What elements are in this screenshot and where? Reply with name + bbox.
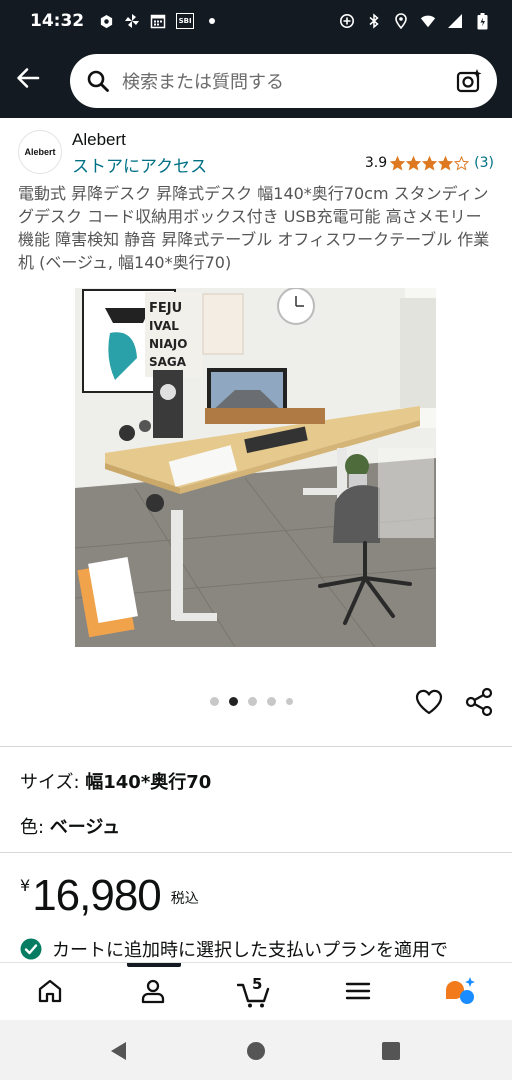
nav-cart[interactable]: 5 [236, 975, 273, 1011]
pager-dot[interactable] [286, 698, 293, 705]
product-image[interactable]: FEJU IVAL NIAJO SAGA [75, 288, 436, 647]
payment-plan-text: カートに追加時に選択した支払いプランを適用で [52, 940, 448, 961]
color-label: 色: [20, 817, 50, 838]
system-back-button[interactable] [108, 1040, 130, 1062]
square-recents-icon [382, 1042, 400, 1060]
brand-logo-text: Alebert [24, 147, 56, 157]
svg-text:IVAL: IVAL [149, 319, 179, 333]
size-label: サイズ: [20, 772, 86, 793]
price-currency: ¥ [20, 876, 31, 895]
back-button[interactable] [0, 52, 56, 108]
pager-dot[interactable] [210, 697, 219, 706]
star-partial-icon [438, 156, 453, 170]
price: ¥ 16,980 税込 [20, 868, 199, 924]
ai-assistant-icon [443, 976, 477, 1010]
product-title: 電動式 昇降デスク 昇降式デスク 幅140*奥行70cm スタンディングデスク … [18, 184, 490, 272]
payment-plan-note[interactable]: カートに追加時に選択した支払いプランを適用で [20, 936, 500, 962]
status-system-icons [339, 12, 490, 29]
brand-row: Alebert Alebert ストアにアクセス 3.9 (3) [0, 118, 512, 180]
rating-stars [390, 156, 470, 171]
status-notification-icons: SBI [98, 13, 220, 29]
color-variation[interactable]: 色: ベージュ [20, 813, 120, 839]
nav-menu[interactable] [340, 975, 376, 1011]
color-value: ベージュ [49, 817, 121, 838]
heart-icon [414, 689, 444, 721]
size-value: 幅140*奥行70 [85, 772, 212, 793]
star-full-icon [406, 156, 421, 170]
triangle-back-icon [111, 1042, 126, 1060]
system-home-button[interactable] [245, 1040, 267, 1062]
star-full-icon [390, 156, 405, 170]
svg-text:NIAJO: NIAJO [149, 337, 187, 351]
menu-icon [345, 979, 371, 1007]
app-notification-icon [98, 13, 114, 29]
check-circle-icon [20, 938, 42, 960]
brand-logo[interactable]: Alebert [18, 130, 62, 174]
price-amount: 16,980 [32, 871, 162, 920]
rating-value: 3.9 [364, 155, 388, 171]
pager-dot[interactable] [248, 697, 257, 706]
search-header: 検索または質問する [0, 42, 512, 118]
wifi-icon [420, 13, 436, 29]
signal-icon [447, 13, 463, 29]
active-tab-indicator [127, 963, 181, 967]
bottom-nav: 5 [0, 962, 512, 1020]
system-nav-bar [0, 1020, 512, 1080]
pager-dot[interactable] [267, 697, 276, 706]
sbi-icon: SBI [176, 13, 195, 29]
wishlist-button[interactable] [414, 687, 444, 717]
nav-ai-assistant[interactable] [442, 975, 478, 1011]
tax-note: 税込 [170, 891, 199, 907]
camera-search-icon[interactable] [455, 67, 483, 95]
calendar-icon [150, 13, 166, 29]
bluetooth-icon [366, 13, 382, 29]
system-recents-button[interactable] [380, 1040, 402, 1062]
back-arrow-icon [15, 65, 41, 95]
search-placeholder: 検索または質問する [122, 72, 284, 93]
pager-dot-active[interactable] [229, 697, 238, 706]
cart-icon: 5 [236, 975, 273, 1009]
star-empty-icon [454, 156, 469, 170]
cart-count-badge: 5 [252, 975, 263, 993]
nav-account[interactable] [135, 975, 171, 1011]
data-saver-icon [339, 13, 355, 29]
star-full-icon [422, 156, 437, 170]
pinwheel-icon [124, 13, 140, 29]
visit-store-link[interactable]: ストアにアクセス [72, 152, 207, 177]
share-icon [464, 687, 494, 721]
share-button[interactable] [464, 687, 494, 717]
rating-count[interactable]: (3) [474, 155, 494, 171]
image-pager[interactable] [210, 697, 293, 706]
nav-home[interactable] [32, 975, 68, 1011]
status-bar: 14:32 SBI [0, 0, 512, 42]
divider [0, 852, 512, 853]
rating-summary[interactable]: 3.9 (3) [365, 155, 494, 171]
size-variation[interactable]: サイズ: 幅140*奥行70 [20, 768, 211, 794]
notification-dot-icon [204, 13, 220, 29]
svg-text:FEJU: FEJU [149, 301, 182, 316]
search-input[interactable]: 検索または質問する [70, 54, 497, 108]
brand-name[interactable]: Alebert [72, 130, 126, 150]
status-time: 14:32 [30, 11, 85, 31]
person-icon [139, 977, 167, 1009]
battery-icon [474, 12, 490, 29]
home-icon [36, 977, 64, 1009]
search-icon [86, 69, 110, 93]
svg-text:SAGA: SAGA [149, 355, 187, 369]
location-icon [393, 13, 409, 29]
divider [0, 746, 512, 747]
circle-home-icon [247, 1042, 265, 1060]
